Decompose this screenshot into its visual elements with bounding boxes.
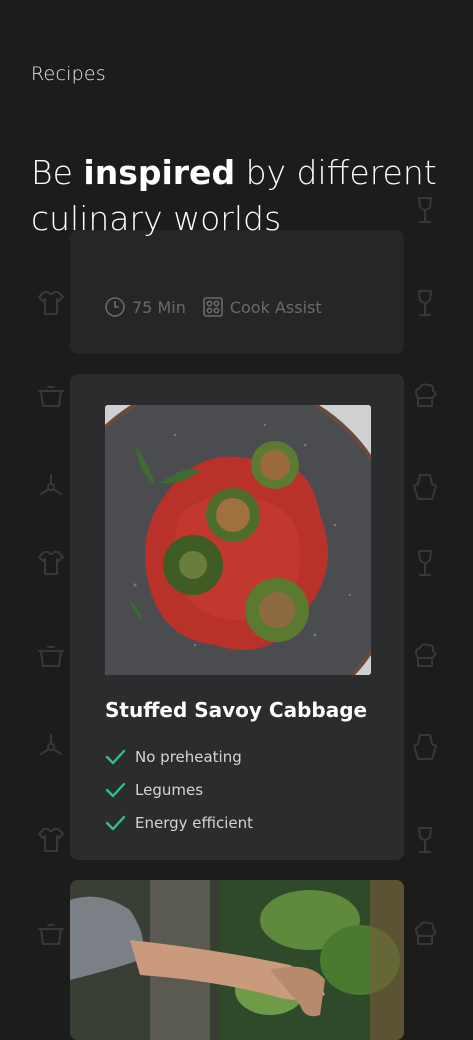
recipe-image bbox=[105, 405, 371, 675]
fan-icon bbox=[36, 732, 66, 762]
recipe-card-next[interactable] bbox=[70, 880, 404, 1040]
wine-glass-icon bbox=[410, 825, 440, 855]
clock-icon bbox=[105, 297, 125, 317]
check-icon bbox=[105, 815, 126, 830]
feature-label: No preheating bbox=[135, 747, 242, 766]
feature-label: Energy efficient bbox=[135, 813, 254, 832]
feature-label: Legumes bbox=[135, 780, 204, 799]
cook-time: 75 Min bbox=[104, 296, 186, 318]
cook-assist-label: Cook Assist bbox=[229, 297, 322, 317]
recipe-image-next bbox=[70, 880, 404, 1040]
shirt-icon bbox=[36, 825, 66, 855]
feature-list: No preheating Legumes Energy efficient bbox=[104, 740, 253, 839]
headline-pre: Be bbox=[31, 153, 84, 192]
pot-icon bbox=[36, 918, 66, 948]
cooktop-icon bbox=[203, 297, 223, 317]
cook-assist: Cook Assist bbox=[202, 296, 322, 318]
page-headline: Be inspired by different culinary worlds bbox=[31, 150, 451, 242]
list-item: No preheating bbox=[104, 740, 253, 773]
recipe-title: Stuffed Savoy Cabbage bbox=[105, 698, 368, 722]
headline-bold: inspired bbox=[83, 153, 236, 192]
chef-hat-icon bbox=[410, 640, 440, 670]
recipe-meta: 75 Min Cook Assist bbox=[104, 296, 338, 318]
chef-hat-icon bbox=[410, 380, 440, 410]
check-icon bbox=[105, 749, 126, 764]
section-label: Recipes bbox=[31, 63, 106, 85]
pot-icon bbox=[36, 640, 66, 670]
cook-time-label: 75 Min bbox=[132, 297, 186, 317]
wine-glass-icon bbox=[410, 288, 440, 318]
chef-hat-icon bbox=[410, 918, 440, 948]
list-item: Energy efficient bbox=[104, 806, 253, 839]
wine-glass-icon bbox=[410, 548, 440, 578]
shirt-icon bbox=[36, 288, 66, 318]
fan-icon bbox=[36, 472, 66, 502]
pot-icon bbox=[36, 380, 66, 410]
apron-icon bbox=[410, 732, 440, 762]
shirt-icon bbox=[36, 548, 66, 578]
list-item: Legumes bbox=[104, 773, 253, 806]
recipe-card-previous[interactable]: 75 Min Cook Assist bbox=[70, 230, 404, 354]
apron-icon bbox=[410, 472, 440, 502]
recipe-card[interactable]: Stuffed Savoy Cabbage No preheating Legu… bbox=[70, 374, 404, 860]
check-icon bbox=[105, 782, 126, 797]
